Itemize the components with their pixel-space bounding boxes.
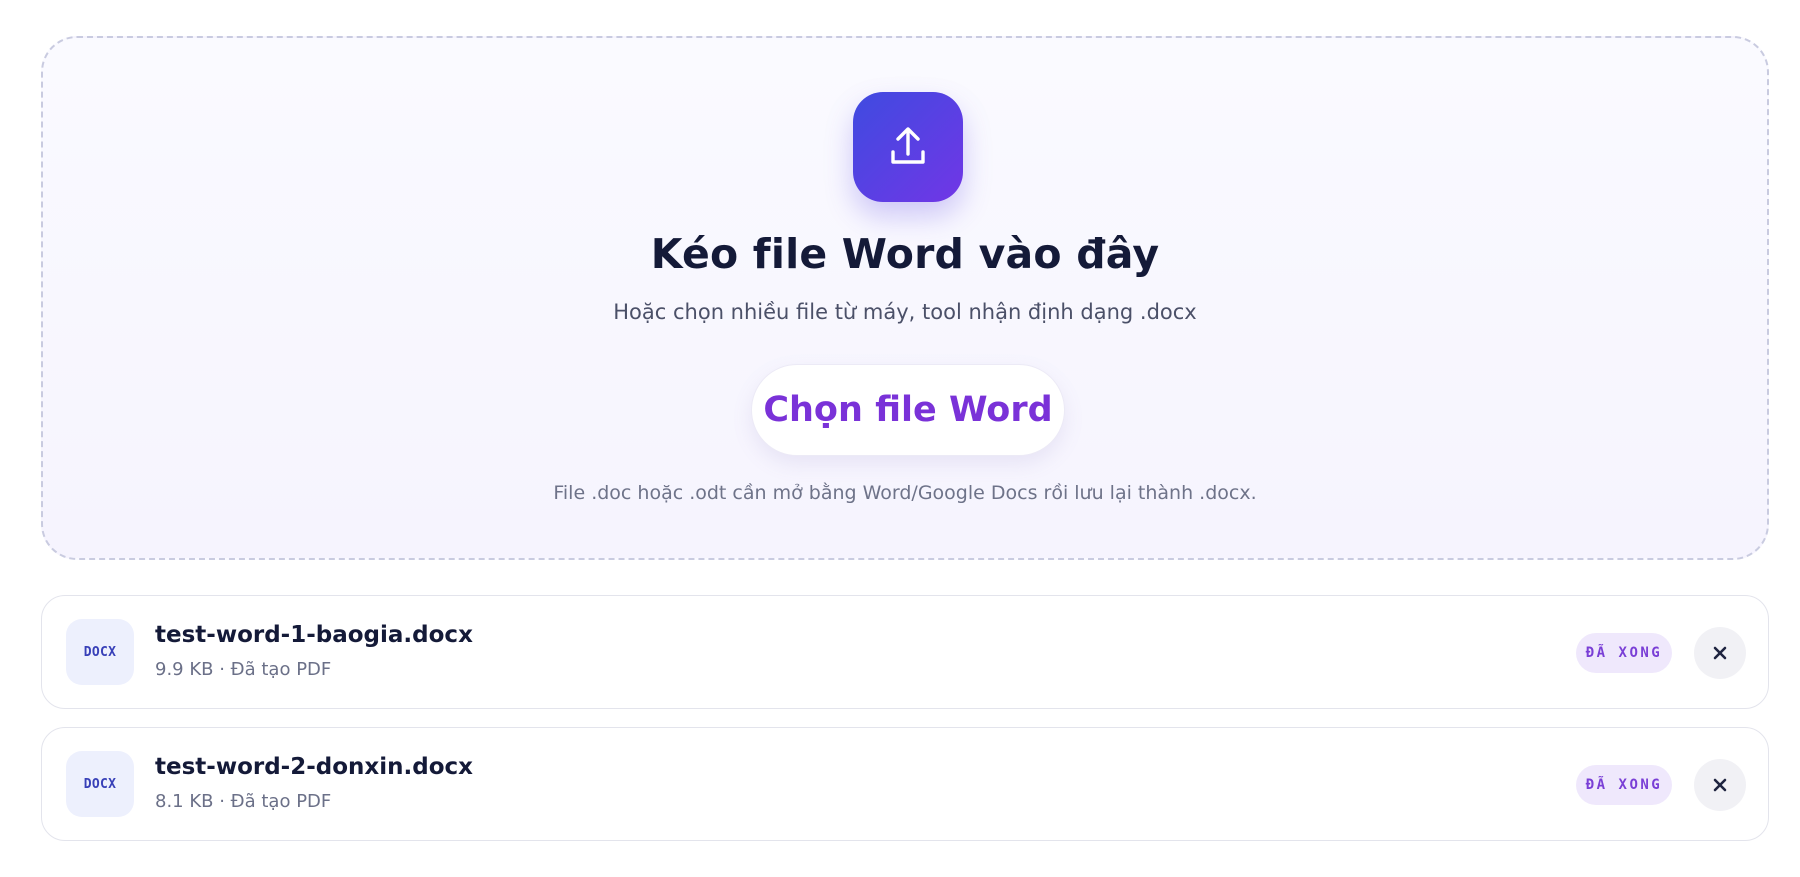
close-icon bbox=[1713, 646, 1727, 660]
status-badge: ĐÃ XONG bbox=[1576, 765, 1672, 805]
file-list-item: DOCX test-word-2-donxin.docx 8.1 KB · Đã… bbox=[41, 727, 1769, 841]
upload-dropzone[interactable]: Kéo file Word vào đây Hoặc chọn nhiều fi… bbox=[41, 36, 1769, 560]
dropzone-title: Kéo file Word vào đây bbox=[650, 230, 1160, 278]
remove-file-button[interactable] bbox=[1694, 759, 1746, 811]
file-name: test-word-2-donxin.docx bbox=[155, 754, 473, 780]
file-meta: 9.9 KB · Đã tạo PDF bbox=[155, 659, 332, 680]
file-type-badge: DOCX bbox=[66, 619, 134, 685]
close-icon bbox=[1713, 778, 1727, 792]
dropzone-subtitle: Hoặc chọn nhiều file từ máy, tool nhận đ… bbox=[613, 300, 1197, 324]
status-badge: ĐÃ XONG bbox=[1576, 633, 1672, 673]
file-meta: 8.1 KB · Đã tạo PDF bbox=[155, 791, 332, 812]
file-list-item: DOCX test-word-1-baogia.docx 9.9 KB · Đã… bbox=[41, 595, 1769, 709]
upload-icon bbox=[853, 92, 963, 202]
remove-file-button[interactable] bbox=[1694, 627, 1746, 679]
file-name: test-word-1-baogia.docx bbox=[155, 622, 473, 648]
choose-word-file-button[interactable]: Chọn file Word bbox=[751, 364, 1065, 456]
file-type-badge: DOCX bbox=[66, 751, 134, 817]
dropzone-note: File .doc hoặc .odt cần mở bằng Word/Goo… bbox=[553, 482, 1257, 504]
